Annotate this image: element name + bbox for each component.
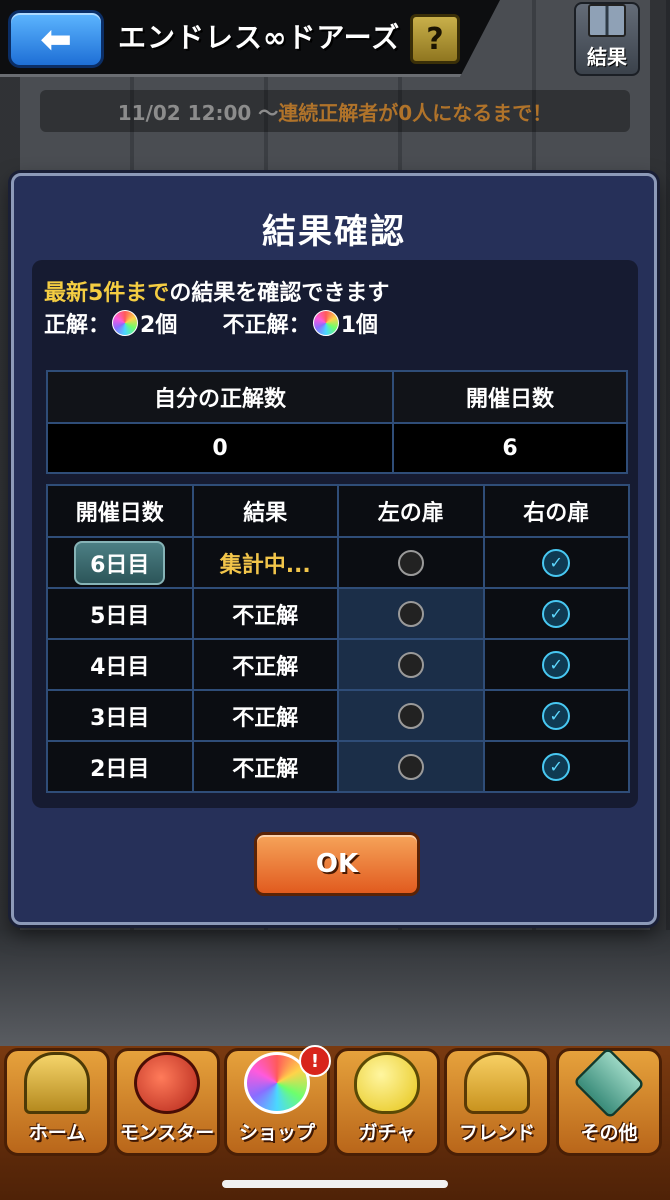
table-row: 2日目 不正解 ✓ [46,740,630,793]
nav-friend[interactable]: フレンド [444,1048,550,1156]
left-door-cell [337,740,485,793]
check-icon: ✓ [542,599,571,628]
nav-label: モンスター [119,1122,215,1144]
notification-badge: ! [299,1045,331,1077]
top-bar: ⬅ エンドレス∞ドアーズ ? [0,0,500,77]
day-cell: 5日目 [46,587,194,640]
nav-gacha[interactable]: ガチャ [334,1048,440,1156]
other-icon [572,1046,646,1120]
summary-value-days: 6 [391,422,629,474]
radio-empty-icon [397,549,424,576]
left-door-cell [337,638,485,691]
history-header-result: 結果 [191,484,339,538]
left-door-cell [337,536,485,589]
left-door-cell [337,587,485,640]
result-button[interactable]: 結果 [574,2,640,76]
history-header-right-door: 右の扉 [482,484,630,538]
radio-empty-icon [397,702,424,729]
summary-value-correct-count: 0 [46,422,394,474]
history-table: 開催日数 結果 左の扉 右の扉 6日目 集計中... ✓ 5日目 不正解 ✓ 4… [46,484,630,793]
table-row: 4日目 不正解 ✓ [46,638,630,691]
info-text: 最新5件までの結果を確認できます 正解： 2個 不正解： 1個 [44,278,389,342]
result-modal: 結果確認 最新5件までの結果を確認できます 正解： 2個 不正解： 1個 自分の正解… [11,173,657,925]
day-cell: 4日目 [46,638,194,691]
right-door-cell: ✓ [482,638,630,691]
nav-label: ホーム [28,1122,86,1144]
incorrect-value: 1個 [340,313,378,338]
back-button[interactable]: ⬅ [8,10,104,68]
result-cell: 不正解 [191,740,339,793]
back-arrow-icon: ⬅ [40,17,72,61]
day-cell[interactable]: 6日目 [74,540,166,585]
summary-header-days: 開催日数 [391,370,629,424]
home-icon [24,1052,90,1114]
right-door-cell: ✓ [482,587,630,640]
day-cell: 3日目 [46,689,194,742]
info-highlight: 最新5件まで [44,281,170,306]
result-cell: 不正解 [191,638,339,691]
modal-content: 最新5件までの結果を確認できます 正解： 2個 不正解： 1個 自分の正解数 開催日… [32,260,638,808]
orb-icon [112,310,139,336]
radio-empty-icon [397,600,424,627]
ok-button[interactable]: OK [254,832,420,896]
right-door-cell: ✓ [482,536,630,589]
modal-title: 結果確認 [262,212,406,252]
nav-label: フレンド [458,1122,535,1144]
door-icon [588,4,626,37]
summary-header-correct-count: 自分の正解数 [46,370,394,424]
background-floor [0,930,670,1050]
nav-label: その他 [580,1122,638,1144]
orb-icon [312,310,339,336]
radio-empty-icon [397,753,424,780]
correct-label: 正解： [44,313,111,338]
check-icon: ✓ [542,752,571,781]
table-row: 3日目 不正解 ✓ [46,689,630,742]
day-cell: 2日目 [46,740,194,793]
help-button[interactable]: ? [410,14,460,64]
summary-table: 自分の正解数 開催日数 0 6 [46,370,629,474]
history-header-left-door: 左の扉 [337,484,485,538]
result-cell: 不正解 [191,689,339,742]
page-title: エンドレス∞ドアーズ [118,21,401,54]
incorrect-label: 不正解： [222,313,311,338]
gacha-icon [354,1052,420,1114]
result-cell: 集計中... [191,536,339,589]
event-date: 11/02 12:00 ～ [117,100,279,125]
nav-label: ショップ [238,1122,315,1144]
check-icon: ✓ [542,650,571,679]
monster-icon [134,1052,200,1114]
event-banner: 11/02 12:00 ～ 連続正解者が0人になるまで！ [40,90,630,132]
home-indicator[interactable] [222,1180,448,1188]
friend-icon [464,1052,530,1114]
nav-shop[interactable]: ショップ ! [224,1045,331,1156]
nav-other[interactable]: その他 [556,1046,662,1156]
history-header-day: 開催日数 [46,484,194,538]
table-row: 6日目 集計中... ✓ [46,536,630,589]
event-condition: 連続正解者が0人になるまで！ [278,100,553,125]
result-cell: 不正解 [191,587,339,640]
info-description: の結果を確認できます [169,281,390,306]
radio-empty-icon [397,651,424,678]
result-button-label: 結果 [587,45,627,69]
nav-home[interactable]: ホーム [4,1048,110,1156]
correct-value: 2個 [140,313,178,338]
left-door-cell [337,689,485,742]
check-icon: ✓ [542,701,571,730]
right-door-cell: ✓ [482,740,630,793]
table-row: 5日目 不正解 ✓ [46,587,630,640]
check-icon: ✓ [542,548,571,577]
right-door-cell: ✓ [482,689,630,742]
bottom-nav: ホーム モンスター ショップ ! ガチャ フレンド その他 [0,1045,670,1200]
nav-label: ガチャ [358,1122,416,1144]
nav-monster[interactable]: モンスター [114,1048,220,1156]
